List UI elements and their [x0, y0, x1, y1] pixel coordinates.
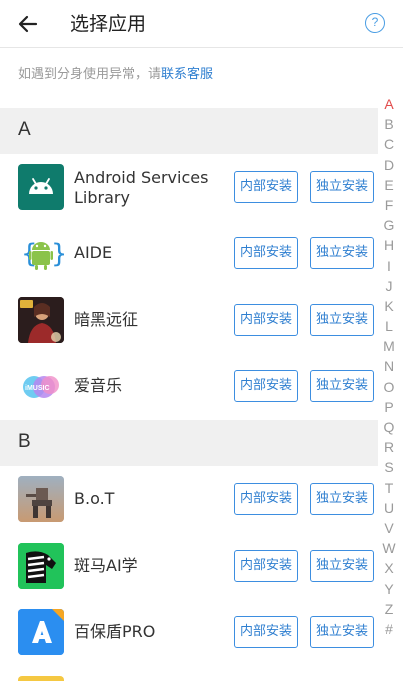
alphabet-letter-c[interactable]: C — [380, 134, 398, 154]
list-item-bot: B.o.T 内部安装 独立安装 — [0, 466, 378, 532]
alphabet-letter-x[interactable]: X — [380, 558, 398, 578]
alphabet-letter-g[interactable]: G — [380, 215, 398, 235]
internal-install-button[interactable]: 内部安装 — [234, 550, 298, 582]
next-app-icon — [18, 676, 64, 681]
help-button[interactable]: ? — [365, 13, 385, 33]
internal-install-button[interactable]: 内部安装 — [234, 304, 298, 336]
standalone-install-button[interactable]: 独立安装 — [310, 370, 374, 402]
alphabet-letter-b[interactable]: B — [380, 114, 398, 134]
alphabet-letter-t[interactable]: T — [380, 478, 398, 498]
page-title: 选择应用 — [70, 13, 147, 35]
alphabet-letter-k[interactable]: K — [380, 296, 398, 316]
alphabet-letter-q[interactable]: Q — [380, 417, 398, 437]
alphabet-letter-w[interactable]: W — [380, 538, 398, 558]
notice-text: 如遇到分身使用异常，请联系客服 — [18, 66, 213, 84]
alphabet-letter-l[interactable]: L — [380, 316, 398, 336]
standalone-install-button[interactable]: 独立安装 — [310, 237, 374, 269]
svg-text:iMUSIC: iMUSIC — [25, 385, 50, 392]
app-name: 爱音乐 — [74, 376, 123, 395]
list-item-baibaodun-pro: 百保盾PRO 内部安装 独立安装 — [0, 599, 378, 665]
list-item-dark-expedition: 暗黑远征 内部安装 独立安装 — [0, 287, 378, 353]
shield-a-icon — [18, 609, 64, 655]
alphabet-letter-f[interactable]: F — [380, 195, 398, 215]
zebra-icon — [18, 543, 64, 589]
list-item-imusic: iMUSIC 爱音乐 内部安装 独立安装 — [0, 353, 378, 419]
alphabet-letter-a[interactable]: A — [380, 94, 398, 114]
list-item-android-services-library: Android Services Library 内部安装 独立安装 — [0, 154, 378, 220]
section-header-b: B — [0, 420, 378, 466]
alphabet-letter-n[interactable]: N — [380, 356, 398, 376]
list-item-aide: { } AIDE 内部安装 独立安装 — [0, 220, 378, 286]
alphabet-letter-d[interactable]: D — [380, 155, 398, 175]
section-letter: B — [18, 431, 31, 452]
standalone-install-button[interactable]: 独立安装 — [310, 616, 374, 648]
contact-support-link[interactable]: 联系客服 — [161, 67, 213, 82]
alphabet-letter-v[interactable]: V — [380, 518, 398, 538]
alphabet-letter-e[interactable]: E — [380, 175, 398, 195]
alphabet-letter-z[interactable]: Z — [380, 599, 398, 619]
section-header-a: A — [0, 108, 378, 154]
list-item-zebra-ai: 斑马AI学 内部安装 独立安装 — [0, 533, 378, 599]
app-header: 选择应用 ? — [0, 0, 403, 48]
internal-install-button[interactable]: 内部安装 — [234, 483, 298, 515]
alphabet-letter-j[interactable]: J — [380, 276, 398, 296]
aide-android-icon: { } — [18, 230, 64, 276]
alphabet-letter-u[interactable]: U — [380, 498, 398, 518]
alphabet-letter-r[interactable]: R — [380, 437, 398, 457]
alphabet-letter-o[interactable]: O — [380, 377, 398, 397]
alphabet-index[interactable]: A B C D E F G H I J K L M N O P Q R S T U V W X Y Z # — [380, 94, 398, 639]
internal-install-button[interactable]: 内部安装 — [234, 237, 298, 269]
bot-mech-icon — [18, 476, 64, 522]
standalone-install-button[interactable]: 独立安装 — [310, 171, 374, 203]
standalone-install-button[interactable]: 独立安装 — [310, 304, 374, 336]
notice-message: 如遇到分身使用异常，请 — [18, 67, 162, 82]
alphabet-letter-i[interactable]: I — [380, 256, 398, 276]
imusic-icon: iMUSIC — [18, 363, 64, 409]
app-name: AIDE — [74, 243, 113, 262]
android-robot-icon — [18, 164, 64, 210]
back-button[interactable] — [14, 10, 42, 38]
alphabet-letter-s[interactable]: S — [380, 457, 398, 477]
internal-install-button[interactable]: 内部安装 — [234, 171, 298, 203]
app-name: 百保盾PRO — [74, 622, 156, 641]
alphabet-letter-h[interactable]: H — [380, 235, 398, 255]
alphabet-letter-m[interactable]: M — [380, 336, 398, 356]
app-name: Android Services Library — [74, 168, 209, 207]
app-name: B.o.T — [74, 489, 115, 508]
internal-install-button[interactable]: 内部安装 — [234, 616, 298, 648]
app-name: 斑马AI学 — [74, 556, 138, 575]
question-icon: ? — [371, 15, 379, 29]
alphabet-letter-hash[interactable]: # — [380, 619, 398, 639]
arrow-left-icon — [18, 15, 38, 33]
app-name: 暗黑远征 — [74, 310, 139, 329]
internal-install-button[interactable]: 内部安装 — [234, 370, 298, 402]
game-character-icon — [18, 297, 64, 343]
alphabet-letter-y[interactable]: Y — [380, 579, 398, 599]
standalone-install-button[interactable]: 独立安装 — [310, 550, 374, 582]
standalone-install-button[interactable]: 独立安装 — [310, 483, 374, 515]
alphabet-letter-p[interactable]: P — [380, 397, 398, 417]
section-letter: A — [18, 119, 31, 140]
